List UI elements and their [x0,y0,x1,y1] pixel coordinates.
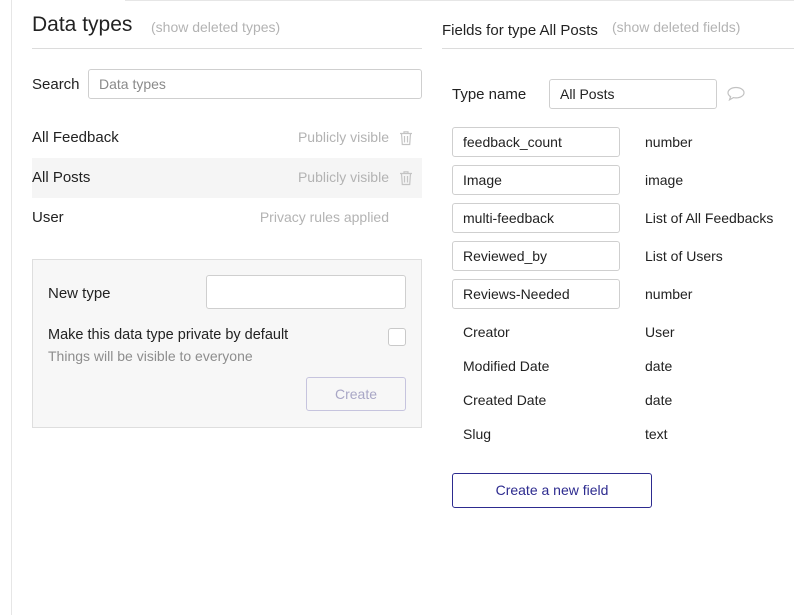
data-type-name: User [32,209,64,226]
builtin-field-type: text [645,426,668,442]
field-name-box[interactable]: feedback_count [452,127,620,157]
private-by-default-checkbox[interactable] [388,328,406,346]
page-left-border [11,0,12,615]
builtin-field-type: date [645,392,673,408]
page-top-border [125,0,794,1]
field-type: List of Users [645,248,723,264]
field-type: number [645,134,693,150]
show-deleted-fields-link[interactable]: (show deleted fields) [612,19,740,35]
builtin-field-name: Modified Date [463,358,550,374]
field-name-box[interactable]: multi-feedback [452,203,620,233]
search-label: Search [32,76,80,93]
data-type-row-all-feedback[interactable]: All Feedback Publicly visible [32,118,422,158]
builtin-field-name: Creator [463,324,510,340]
new-type-label: New type [48,285,111,302]
private-by-default-hint: Things will be visible to everyone [48,348,253,364]
new-type-panel: New type Make this data type private by … [32,259,422,428]
data-type-privacy: Publicly visible [297,169,389,185]
create-new-field-button[interactable]: Create a new field [452,473,652,508]
field-type: image [645,172,684,188]
fields-divider [442,48,794,49]
new-type-input[interactable] [206,275,406,309]
private-by-default-label: Make this data type private by default [48,327,289,343]
type-name-input[interactable] [549,79,717,109]
data-types-title: Data types [32,13,133,36]
builtin-field-name: Slug [463,426,492,442]
type-name-label: Type name [452,86,527,103]
field-name-box[interactable]: Reviewed_by [452,241,620,271]
builtin-field-type: User [645,324,675,340]
data-type-privacy: Privacy rules applied [259,209,389,225]
field-name-box[interactable]: Image [452,165,620,195]
data-type-row-all-posts[interactable]: All Posts Publicly visible [32,158,422,198]
data-type-privacy: Publicly visible [297,129,389,145]
trash-icon[interactable] [399,170,413,186]
show-deleted-types-link[interactable]: (show deleted types) [151,19,280,35]
field-type: number [645,286,693,302]
create-type-button[interactable]: Create [306,377,406,411]
data-types-search-input[interactable] [88,69,422,99]
field-name-box[interactable]: Reviews-Needed [452,279,620,309]
field-type: List of All Feedbacks [645,210,774,226]
data-types-divider [32,48,422,49]
data-type-name: All Feedback [32,129,119,146]
comment-bubble-icon[interactable] [726,86,746,102]
data-type-name: All Posts [32,169,91,186]
builtin-field-type: date [645,358,673,374]
data-type-row-user[interactable]: User Privacy rules applied [32,198,422,238]
trash-icon[interactable] [399,130,413,146]
fields-title: Fields for type All Posts [442,22,598,39]
builtin-field-name: Created Date [463,392,547,408]
